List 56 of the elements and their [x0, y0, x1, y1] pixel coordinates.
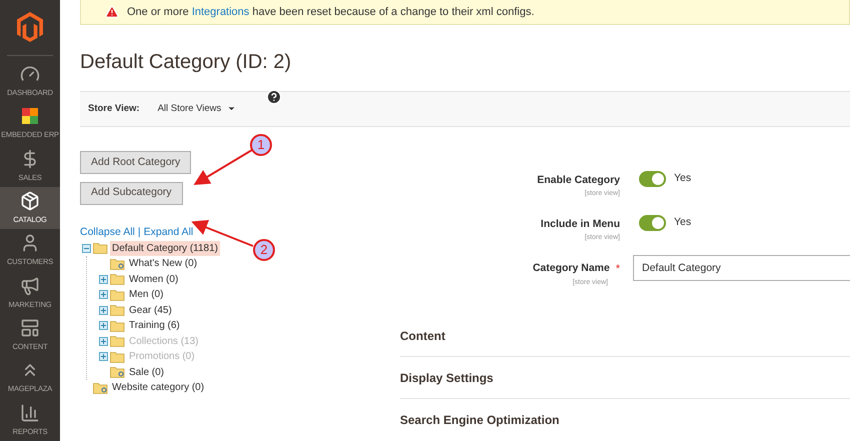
- expand-toggle[interactable]: [99, 306, 108, 315]
- layout-icon: [20, 318, 40, 338]
- annotation-arrow: [194, 149, 253, 186]
- expand-all-link[interactable]: Expand All: [144, 224, 194, 240]
- integrations-link[interactable]: Integrations: [192, 6, 250, 18]
- add-category-button[interactable]: Add Subcategory: [80, 182, 183, 205]
- category-name-field[interactable]: Default Category: [633, 255, 850, 281]
- folder-search-icon: [93, 382, 108, 394]
- number-badge: 2: [253, 239, 275, 261]
- folder-icon: [110, 273, 125, 286]
- toggle-value: Yes: [674, 215, 692, 230]
- toggle-switch[interactable]: [639, 215, 666, 231]
- tree-item[interactable]: Sale (0): [127, 364, 166, 380]
- number-badge: 1: [250, 134, 272, 156]
- tree-item[interactable]: What's New (0): [127, 256, 200, 272]
- tree-item[interactable]: Website category (0): [110, 380, 206, 396]
- expand-toggle[interactable]: [99, 321, 108, 330]
- expand-toggle[interactable]: [99, 290, 108, 300]
- folder-icon: [93, 242, 108, 254]
- toggle-switch[interactable]: [639, 171, 666, 187]
- collapse-toggle[interactable]: [82, 244, 91, 253]
- folder-icon: [110, 350, 125, 363]
- field-label: Enable Category: [537, 173, 620, 188]
- store-view-dropdown[interactable]: All Store Views: [158, 102, 236, 116]
- notice-text: One or more Integrations have been reset because of a change to their xml configs.: [127, 4, 534, 20]
- link-separator: |: [138, 224, 141, 240]
- collapse-all-link[interactable]: Collapse All: [80, 224, 135, 240]
- expand-toggle[interactable]: [99, 274, 108, 284]
- tree-item[interactable]: Women (0): [127, 272, 180, 287]
- box-icon: [20, 190, 40, 211]
- warning-icon: [105, 4, 119, 19]
- section-heading[interactable]: Search Engine Optimization: [400, 411, 560, 429]
- puzzle-icon: [20, 106, 40, 126]
- section-heading[interactable]: Content: [400, 326, 446, 344]
- folder-icon: [110, 288, 125, 301]
- required-mark: *: [616, 262, 620, 277]
- tree-item[interactable]: Gear (45): [127, 302, 174, 318]
- logo-icon[interactable]: [17, 12, 43, 42]
- bar-chart-icon: [20, 402, 40, 423]
- folder-search-icon: [110, 258, 125, 270]
- tree-item[interactable]: Default Category (1181): [110, 240, 220, 256]
- tree-item[interactable]: Training (6): [127, 318, 182, 334]
- folder-icon: [110, 335, 125, 348]
- field-label: Include in Menu: [540, 217, 620, 232]
- folder-icon: [110, 304, 125, 316]
- field-label: Category Name: [532, 261, 610, 276]
- tree-item[interactable]: Men (0): [127, 287, 166, 302]
- section-heading[interactable]: Display Settings: [400, 368, 494, 386]
- add-category-button[interactable]: Add Root Category: [80, 151, 192, 174]
- store-view-label: Store View:: [88, 102, 140, 116]
- page-title: Default Category (ID: 2): [80, 50, 292, 75]
- folder-search-icon: [110, 366, 125, 378]
- megaphone-icon: [20, 276, 40, 296]
- folder-icon: [110, 320, 125, 332]
- toggle-value: Yes: [674, 171, 692, 186]
- help-icon[interactable]: [266, 88, 282, 105]
